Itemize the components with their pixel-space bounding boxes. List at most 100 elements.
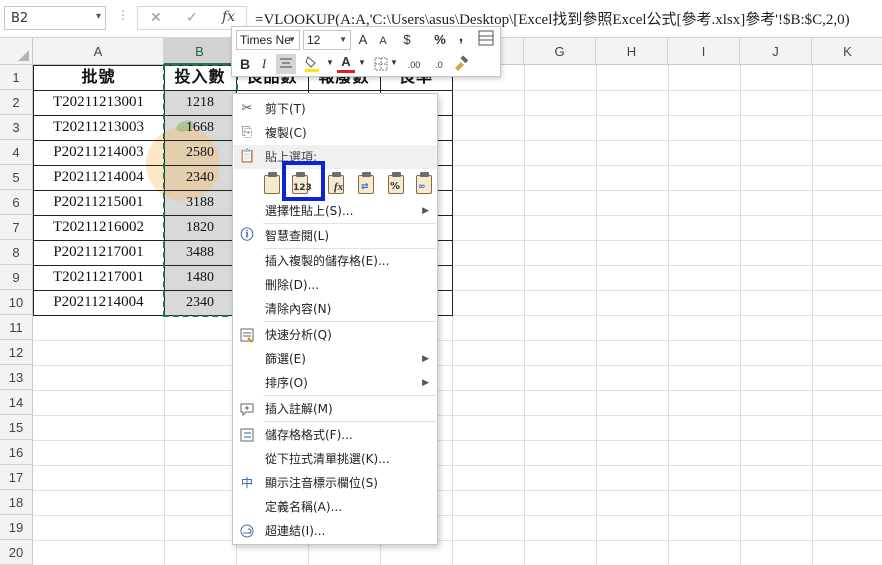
font-color-icon[interactable]: A bbox=[337, 53, 355, 73]
row-header-3[interactable]: 3 bbox=[0, 115, 33, 140]
row-header-20[interactable]: 20 bbox=[0, 540, 33, 565]
enter-icon[interactable]: ✓ bbox=[186, 10, 198, 26]
menu-item-sort[interactable]: 排序(O) ▶ bbox=[234, 371, 437, 395]
formula-bar-grip-icon: ⋮ bbox=[117, 8, 130, 22]
paste-formulas-icon[interactable]: fx bbox=[326, 172, 348, 196]
paste-link-icon[interactable]: ∞ bbox=[414, 172, 436, 196]
paste-transpose-icon[interactable]: ⇄ bbox=[356, 172, 378, 196]
cell-lot-number[interactable]: T20211213003 bbox=[33, 115, 164, 140]
align-center-button[interactable] bbox=[276, 54, 296, 74]
cell-input-qty[interactable]: 3188 bbox=[164, 190, 236, 215]
cell-lot-number[interactable]: T20211213001 bbox=[33, 90, 164, 115]
column-header-j[interactable]: J bbox=[740, 38, 812, 65]
cell-input-qty[interactable]: 2580 bbox=[164, 140, 236, 165]
format-table-icon[interactable] bbox=[477, 30, 495, 48]
menu-item-filter[interactable]: 篩選(E) ▶ bbox=[234, 347, 437, 371]
menu-item-insert-copied-cells[interactable]: 插入複製的儲存格(E)... bbox=[234, 249, 437, 273]
row-header-7[interactable]: 7 bbox=[0, 215, 33, 240]
menu-item-smart-lookup[interactable]: ⓘ 智慧查閱(L) bbox=[234, 224, 437, 248]
cell-input-qty[interactable]: 1480 bbox=[164, 265, 236, 290]
menu-item-paste-special[interactable]: 選擇性貼上(S)... ▶ bbox=[234, 199, 437, 223]
menu-item-format-cells[interactable]: 儲存格格式(F)... bbox=[234, 423, 437, 447]
chevron-down-icon: ▼ bbox=[339, 35, 347, 44]
paste-values-highlight bbox=[282, 161, 325, 201]
column-header-k[interactable]: K bbox=[812, 38, 882, 65]
row-header-11[interactable]: 11 bbox=[0, 315, 33, 340]
grow-font-icon[interactable]: A bbox=[356, 31, 370, 49]
select-all-button[interactable] bbox=[0, 38, 33, 65]
column-header-b[interactable]: B bbox=[164, 38, 236, 65]
menu-item-quick-analysis[interactable]: 快速分析(Q) bbox=[234, 323, 437, 347]
percent-style-icon[interactable]: % bbox=[433, 31, 447, 49]
menu-item-copy[interactable]: ⎘ 複製(C) bbox=[234, 121, 437, 145]
row-header-2[interactable]: 2 bbox=[0, 90, 33, 115]
row-header-8[interactable]: 8 bbox=[0, 240, 33, 265]
row-header-5[interactable]: 5 bbox=[0, 165, 33, 190]
menu-item-pick-from-dropdown[interactable]: 從下拉式清單挑選(K)... bbox=[234, 447, 437, 471]
row-header-18[interactable]: 18 bbox=[0, 490, 33, 515]
chevron-down-icon[interactable]: ▼ bbox=[326, 54, 334, 72]
paste-formatting-icon[interactable]: % bbox=[386, 172, 408, 196]
cell-lot-number[interactable]: P20211214004 bbox=[33, 165, 164, 190]
font-size-dropdown[interactable]: 12 ▼ bbox=[303, 30, 351, 50]
row-header-10[interactable]: 10 bbox=[0, 290, 33, 315]
menu-item-clear-contents[interactable]: 清除內容(N) bbox=[234, 297, 437, 321]
row-header-4[interactable]: 4 bbox=[0, 140, 33, 165]
chevron-down-icon[interactable]: ▼ bbox=[358, 54, 366, 72]
row-header-13[interactable]: 13 bbox=[0, 365, 33, 390]
menu-item-cut[interactable]: ✂ 剪下(T) bbox=[234, 97, 437, 121]
increase-decimal-icon[interactable]: .00 bbox=[402, 56, 426, 74]
italic-button[interactable]: I bbox=[257, 55, 271, 73]
cell-input-qty[interactable]: 3488 bbox=[164, 240, 236, 265]
row-header-6[interactable]: 6 bbox=[0, 190, 33, 215]
cell-input-qty[interactable]: 1820 bbox=[164, 215, 236, 240]
menu-item-define-name[interactable]: 定義名稱(A)... bbox=[234, 495, 437, 519]
row-header-12[interactable]: 12 bbox=[0, 340, 33, 365]
paste-icon[interactable] bbox=[262, 172, 284, 196]
cell-lot-number[interactable]: T20211217001 bbox=[33, 265, 164, 290]
column-header-a[interactable]: A bbox=[33, 38, 164, 65]
insert-function-icon[interactable]: fx bbox=[222, 9, 235, 25]
row-header-19[interactable]: 19 bbox=[0, 515, 33, 540]
cancel-icon[interactable]: ✕ bbox=[150, 10, 162, 26]
header-cell-input[interactable]: 投入數 bbox=[164, 65, 236, 90]
decrease-decimal-icon[interactable]: .0 bbox=[429, 56, 449, 74]
cell-lot-number[interactable]: P20211214004 bbox=[33, 290, 164, 315]
paste-options-row: 123 fx ⇄ % ∞ bbox=[234, 167, 437, 201]
currency-format-icon[interactable]: $ bbox=[400, 31, 414, 49]
column-header-i[interactable]: I bbox=[668, 38, 740, 65]
menu-item-show-phonetic[interactable]: 中 顯示注音標示欄位(S) bbox=[234, 471, 437, 495]
row-header-15[interactable]: 15 bbox=[0, 415, 33, 440]
cell-input-qty[interactable]: 2340 bbox=[164, 290, 236, 315]
cell-input-qty[interactable]: 1668 bbox=[164, 115, 236, 140]
menu-item-hyperlink[interactable]: 超連結(I)... bbox=[234, 519, 437, 543]
cell-input-qty[interactable]: 1218 bbox=[164, 90, 236, 115]
format-painter-icon[interactable] bbox=[452, 54, 470, 74]
clipboard-icon: 📋 bbox=[239, 149, 256, 164]
cell-input-qty[interactable]: 2340 bbox=[164, 165, 236, 190]
menu-item-delete[interactable]: 刪除(D)... bbox=[234, 273, 437, 297]
chevron-down-icon[interactable]: ▼ bbox=[390, 54, 398, 72]
row-header-1[interactable]: 1 bbox=[0, 65, 33, 90]
fill-color-icon[interactable] bbox=[302, 54, 324, 74]
menu-item-insert-comment[interactable]: 插入註解(M) bbox=[234, 397, 437, 421]
column-header-h[interactable]: H bbox=[596, 38, 668, 65]
cell-lot-number[interactable]: P20211215001 bbox=[33, 190, 164, 215]
scissors-icon: ✂ bbox=[241, 101, 253, 116]
cell-lot-number[interactable]: T20211216002 bbox=[33, 215, 164, 240]
row-header-14[interactable]: 14 bbox=[0, 390, 33, 415]
row-header-16[interactable]: 16 bbox=[0, 440, 33, 465]
name-box-dropdown-icon[interactable]: ▾ bbox=[96, 11, 101, 22]
cell-lot-number[interactable]: P20211214003 bbox=[33, 140, 164, 165]
borders-icon[interactable] bbox=[372, 54, 390, 74]
font-name-dropdown[interactable]: Times Ne ▼ bbox=[236, 30, 300, 50]
cell-lot-number[interactable]: P20211217001 bbox=[33, 240, 164, 265]
header-cell-lot[interactable]: 批號 bbox=[33, 65, 164, 90]
row-header-9[interactable]: 9 bbox=[0, 265, 33, 290]
name-box[interactable]: B2 ▾ bbox=[4, 6, 106, 30]
comma-style-icon[interactable]: , bbox=[455, 28, 467, 46]
column-header-g[interactable]: G bbox=[524, 38, 596, 65]
bold-button[interactable]: B bbox=[238, 55, 252, 73]
row-header-17[interactable]: 17 bbox=[0, 465, 33, 490]
shrink-font-icon[interactable]: A bbox=[376, 32, 390, 50]
